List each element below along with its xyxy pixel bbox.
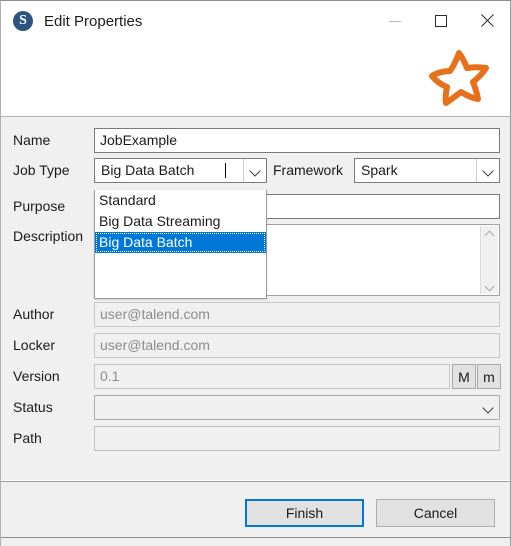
finish-button[interactable]: Finish (245, 499, 364, 527)
purpose-label: Purpose (13, 198, 66, 214)
window-title: Edit Properties (44, 12, 143, 30)
description-label: Description (13, 228, 84, 244)
locker-label: Locker (13, 337, 56, 353)
version-label: Version (13, 368, 60, 384)
dialog-button-bar: Finish Cancel (1, 481, 510, 538)
name-label: Name (13, 132, 51, 148)
status-dropdown-arrow[interactable] (477, 396, 499, 419)
text-cursor (225, 163, 226, 178)
dropdown-option-big-data-batch[interactable]: Big Data Batch (95, 232, 266, 253)
window-controls (372, 1, 510, 41)
close-icon (480, 14, 494, 28)
field-row-version: Version 0.1 M m (1, 361, 510, 391)
version-major-button[interactable]: M (452, 364, 476, 389)
cancel-button[interactable]: Cancel (376, 499, 495, 527)
job-type-combobox[interactable]: Big Data Batch (94, 158, 267, 183)
field-row-job-type: Job Type Big Data Batch Framework Spark (1, 155, 510, 185)
dropdown-empty-area (95, 253, 266, 298)
minimize-icon (389, 20, 401, 22)
version-minor-button[interactable]: m (477, 364, 501, 389)
path-label: Path (13, 430, 42, 446)
job-type-dropdown-list[interactable]: Standard Big Data Streaming Big Data Bat… (94, 190, 267, 299)
job-type-value: Big Data Batch (101, 162, 195, 178)
path-input (94, 426, 500, 451)
framework-value: Spark (361, 162, 398, 178)
field-row-locker: Locker user@talend.com (1, 330, 510, 360)
version-input: 0.1 (94, 364, 450, 389)
minimize-button[interactable] (372, 1, 418, 41)
scroll-down-button[interactable] (481, 277, 498, 294)
scroll-up-button[interactable] (481, 226, 498, 243)
locker-input: user@talend.com (94, 333, 500, 358)
dialog-banner (1, 41, 510, 117)
status-label: Status (13, 399, 53, 415)
job-type-dropdown-arrow[interactable] (243, 159, 266, 182)
field-row-author: Author user@talend.com (1, 299, 510, 329)
field-row-path: Path (1, 423, 510, 453)
orange-star-logo (429, 50, 489, 106)
chevron-up-icon (485, 230, 494, 239)
field-row-status: Status (1, 392, 510, 422)
maximize-button[interactable] (418, 1, 464, 41)
framework-dropdown-arrow[interactable] (476, 159, 499, 182)
dropdown-option-standard[interactable]: Standard (95, 190, 266, 211)
status-combobox[interactable] (94, 395, 500, 420)
chevron-down-icon (485, 281, 494, 290)
dropdown-option-big-data-streaming[interactable]: Big Data Streaming (95, 211, 266, 232)
author-input: user@talend.com (94, 302, 500, 327)
chevron-down-icon (251, 166, 260, 175)
framework-label: Framework (273, 162, 344, 178)
talend-logo-icon: S (13, 11, 33, 31)
chevron-down-icon (484, 403, 493, 412)
field-row-name: Name JobExample (1, 125, 510, 155)
close-button[interactable] (464, 1, 510, 41)
chevron-down-icon (484, 166, 493, 175)
description-scrollbar[interactable] (480, 226, 498, 294)
maximize-icon (435, 15, 447, 27)
background-window-sliver (1, 537, 510, 546)
job-type-label: Job Type (13, 162, 70, 178)
edit-properties-dialog: S Edit Properties Name JobExample Job Ty… (0, 0, 511, 546)
name-input[interactable]: JobExample (94, 128, 500, 153)
framework-combobox[interactable]: Spark (354, 158, 500, 183)
author-label: Author (13, 306, 55, 322)
title-bar: S Edit Properties (1, 1, 510, 41)
